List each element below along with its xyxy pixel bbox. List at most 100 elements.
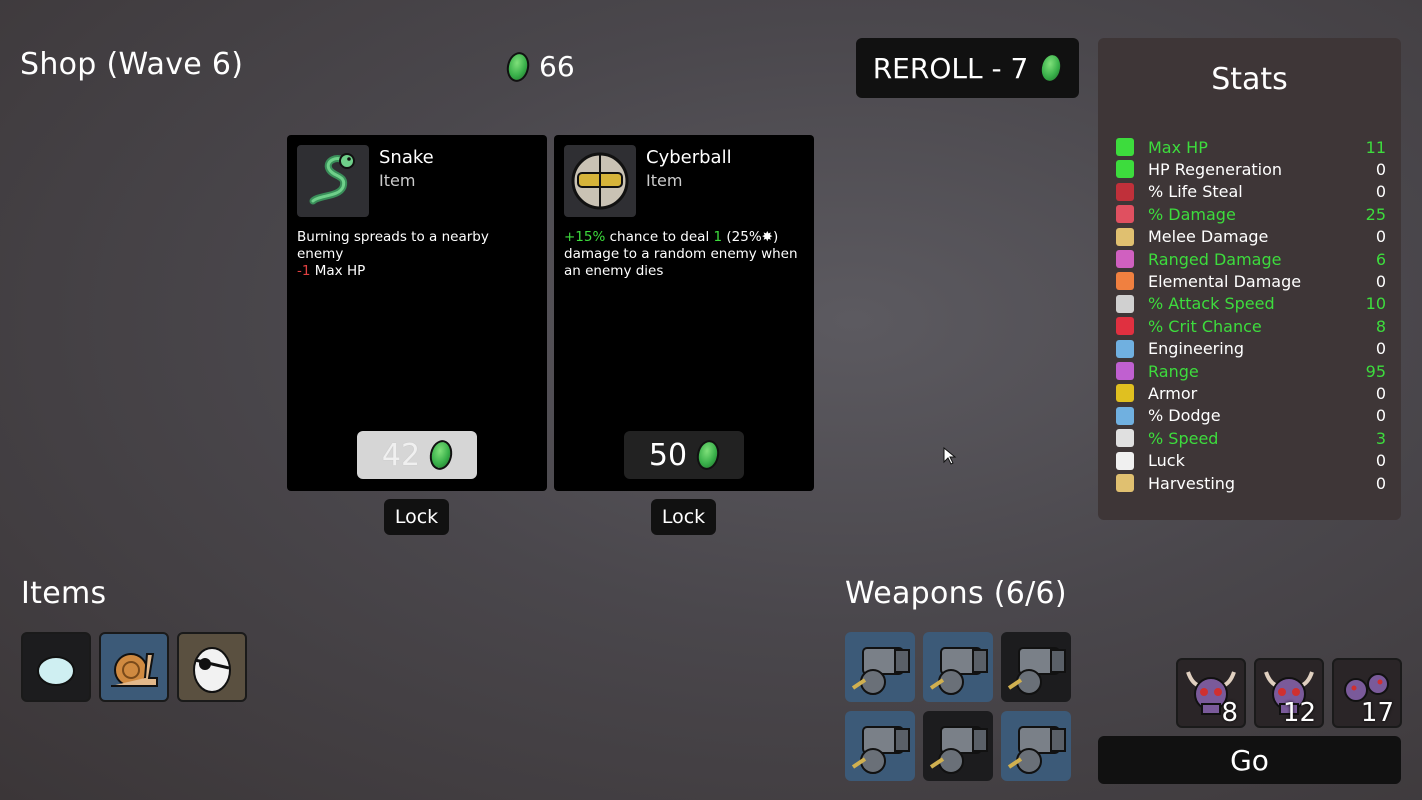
card-name: Snake bbox=[379, 147, 434, 168]
heart-plus-icon bbox=[1116, 160, 1134, 179]
weapon-slot[interactable] bbox=[923, 711, 993, 781]
desc-text: (25% bbox=[722, 229, 762, 245]
wind-icon bbox=[1116, 406, 1134, 425]
stat-label: Range bbox=[1148, 361, 1199, 381]
stat-row: Engineering 0 bbox=[1116, 338, 1386, 360]
mod-value: -1 bbox=[297, 263, 311, 279]
stat-value: 0 bbox=[1375, 451, 1386, 471]
weapon-slot[interactable] bbox=[1001, 632, 1071, 702]
stat-row: % Damage 25 bbox=[1116, 203, 1386, 225]
reroll-label: REROLL - 7 bbox=[872, 51, 1029, 85]
shop-card-snake[interactable]: Snake Item Burning spreads to a nearby e… bbox=[287, 135, 547, 491]
shield-icon bbox=[1116, 384, 1134, 403]
stat-row: % Attack Speed 10 bbox=[1116, 293, 1386, 315]
sword-icon bbox=[1116, 227, 1134, 246]
enemy-count: 12 bbox=[1282, 698, 1316, 728]
stat-value: 0 bbox=[1375, 159, 1386, 179]
stat-row: Range 95 bbox=[1116, 360, 1386, 382]
stat-label: Ranged Damage bbox=[1148, 249, 1282, 269]
material-coin-icon bbox=[694, 438, 722, 472]
stat-label: Elemental Damage bbox=[1148, 271, 1302, 291]
desc-bonus: +15% bbox=[564, 229, 606, 245]
stat-label: Melee Damage bbox=[1148, 227, 1269, 247]
stat-label: Max HP bbox=[1148, 137, 1208, 157]
price-value: 42 bbox=[381, 437, 421, 473]
stat-value: 8 bbox=[1375, 316, 1386, 336]
cyberball-icon bbox=[564, 145, 636, 217]
money-value: 66 bbox=[539, 50, 575, 83]
stat-label: % Dodge bbox=[1148, 406, 1221, 426]
stat-row: % Speed 3 bbox=[1116, 427, 1386, 449]
minigun-icon bbox=[929, 647, 988, 695]
mod-label: Max HP bbox=[310, 263, 366, 279]
stat-label: % Life Steal bbox=[1148, 182, 1243, 202]
stat-row: Harvesting 0 bbox=[1116, 472, 1386, 494]
card-desc-mod: -1 Max HP bbox=[297, 263, 532, 280]
shop-card-cyberball[interactable]: Cyberball Item +15% chance to deal 1 (25… bbox=[554, 135, 814, 491]
stat-label: Armor bbox=[1148, 383, 1198, 403]
enemy-slot: 8 bbox=[1176, 658, 1246, 728]
stat-label: Luck bbox=[1148, 451, 1185, 471]
stat-label: % Damage bbox=[1148, 204, 1236, 224]
weapon-slot[interactable] bbox=[923, 632, 993, 702]
stat-row: Melee Damage 0 bbox=[1116, 226, 1386, 248]
minigun-icon bbox=[929, 726, 988, 774]
card-desc-line: Burning spreads to a nearby enemy bbox=[297, 229, 489, 262]
stat-value: 3 bbox=[1375, 428, 1386, 448]
weapons-title: Weapons (6/6) bbox=[845, 576, 1067, 611]
stats-title: Stats bbox=[1211, 62, 1288, 97]
card-description: +15% chance to deal 1 (25%✸) damage to a… bbox=[564, 229, 799, 280]
card-description: Burning spreads to a nearby enemy -1 Max… bbox=[297, 229, 532, 280]
snake-icon bbox=[297, 145, 369, 217]
heart-icon bbox=[1116, 138, 1134, 156]
stat-row: Armor 0 bbox=[1116, 382, 1386, 404]
stat-label: Engineering bbox=[1148, 339, 1244, 359]
stat-value: 0 bbox=[1375, 406, 1386, 426]
price-value: 50 bbox=[648, 437, 688, 473]
stat-row: % Dodge 0 bbox=[1116, 405, 1386, 427]
lock-button-cyberball[interactable]: Lock bbox=[651, 499, 716, 535]
stats-panel: Stats Max HP 11 HP Regeneration 0 % Life Ste… bbox=[1098, 38, 1401, 520]
stat-row: Max HP 11 bbox=[1116, 136, 1386, 158]
hourglass-icon bbox=[1116, 294, 1134, 313]
item-slot[interactable] bbox=[99, 632, 169, 702]
card-type: Item bbox=[379, 171, 416, 190]
enemy-slot: 17 bbox=[1332, 658, 1402, 728]
explosion-icon: ✸ bbox=[761, 229, 773, 245]
stat-label: % Crit Chance bbox=[1148, 316, 1262, 336]
lock-button-snake[interactable]: Lock bbox=[384, 499, 449, 535]
stat-value: 0 bbox=[1375, 182, 1386, 202]
buy-price-button[interactable]: 50 bbox=[624, 431, 744, 479]
stat-value: 0 bbox=[1375, 271, 1386, 291]
stat-value: 0 bbox=[1375, 473, 1386, 493]
stat-value: 6 bbox=[1375, 249, 1386, 269]
stat-value: 95 bbox=[1365, 361, 1386, 381]
minigun-icon bbox=[1007, 647, 1066, 695]
stat-label: % Speed bbox=[1148, 428, 1219, 448]
snail-icon bbox=[111, 653, 158, 687]
minigun-icon bbox=[1007, 726, 1066, 774]
item-slot[interactable] bbox=[21, 632, 91, 702]
weapon-slot[interactable] bbox=[845, 711, 915, 781]
eyepatch-egg-icon bbox=[193, 647, 231, 693]
enemy-count: 8 bbox=[1221, 698, 1238, 728]
enemy-count: 17 bbox=[1360, 698, 1394, 728]
go-button[interactable]: Go bbox=[1098, 736, 1401, 784]
items-title: Items bbox=[21, 576, 107, 611]
weapon-slot[interactable] bbox=[1001, 711, 1071, 781]
stat-label: HP Regeneration bbox=[1148, 159, 1283, 179]
enemy-slot: 12 bbox=[1254, 658, 1324, 728]
stat-value: 11 bbox=[1365, 137, 1386, 157]
stat-row: Elemental Damage 0 bbox=[1116, 270, 1386, 292]
mouse-cursor-icon bbox=[943, 447, 957, 465]
reroll-button[interactable]: REROLL - 7 bbox=[856, 38, 1079, 98]
wrench-icon bbox=[1116, 339, 1134, 358]
item-slot[interactable] bbox=[177, 632, 247, 702]
fangs-icon bbox=[1116, 182, 1134, 201]
stat-row: Luck 0 bbox=[1116, 450, 1386, 472]
buy-price-button[interactable]: 42 bbox=[357, 431, 477, 479]
weapon-slot[interactable] bbox=[845, 632, 915, 702]
stat-row: % Crit Chance 8 bbox=[1116, 315, 1386, 337]
card-type: Item bbox=[646, 171, 683, 190]
bow-icon bbox=[1116, 250, 1134, 268]
